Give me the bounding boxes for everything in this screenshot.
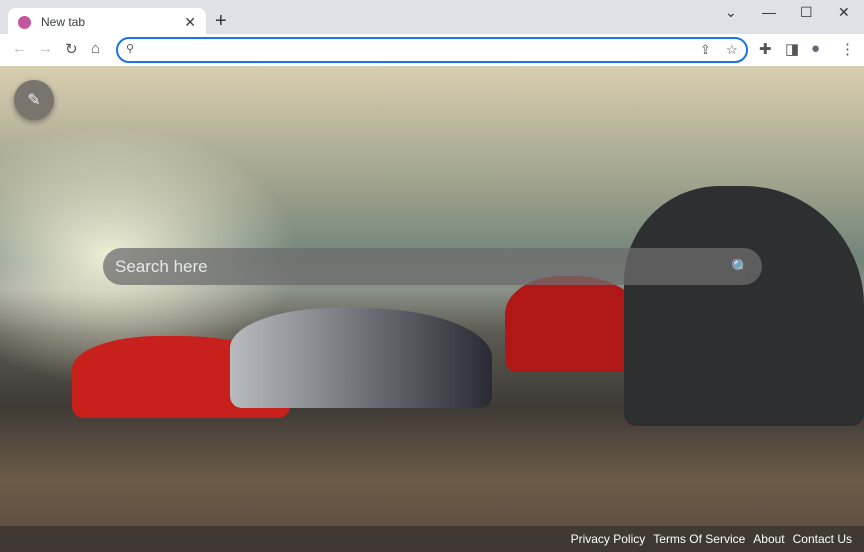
new-tab-page: ✎ 🔍 Privacy Policy Terms Of Service Abou…	[0, 66, 864, 552]
tab-favicon-icon	[18, 15, 31, 29]
search-input[interactable]	[115, 256, 732, 277]
side-panel-icon[interactable]: ◨	[785, 40, 799, 58]
maximize-button[interactable]: ☐	[800, 4, 813, 21]
new-tab-button[interactable]: +	[215, 10, 227, 33]
extensions-icon[interactable]: ✚	[759, 40, 772, 58]
tab-close-icon[interactable]: ✕	[184, 14, 196, 31]
menu-icon[interactable]: ⋮	[840, 40, 855, 58]
address-input[interactable]	[144, 42, 684, 58]
minimize-button[interactable]: —	[762, 4, 776, 20]
browser-toolbar: ← → ↻ ⌂ ⚲ ⇪ ☆ ✚ ◨ ● ⋮	[0, 34, 864, 66]
background-car	[230, 308, 492, 408]
tab-new-tab[interactable]: New tab ✕	[8, 8, 206, 36]
footer: Privacy Policy Terms Of Service About Co…	[0, 526, 864, 552]
about-link[interactable]: About	[753, 532, 784, 546]
back-button[interactable]: ←	[12, 40, 27, 57]
tab-strip: New tab ✕ + ⌄ — ☐ ✕	[0, 0, 864, 36]
reload-button[interactable]: ↻	[65, 40, 78, 58]
address-bar[interactable]: ⚲ ⇪ ☆	[116, 37, 748, 63]
search-icon: ⚲	[126, 43, 135, 55]
privacy-policy-link[interactable]: Privacy Policy	[571, 532, 646, 546]
tab-title: New tab	[41, 15, 86, 29]
tab-search-dropdown-icon[interactable]: ⌄	[725, 4, 737, 21]
contact-us-link[interactable]: Contact Us	[793, 532, 852, 546]
share-icon[interactable]: ⇪	[700, 42, 711, 58]
terms-of-service-link[interactable]: Terms Of Service	[653, 532, 745, 546]
search-button-icon[interactable]: 🔍	[731, 258, 750, 276]
close-window-button[interactable]: ✕	[838, 4, 850, 21]
background-car	[624, 186, 864, 426]
forward-button[interactable]: →	[38, 40, 53, 57]
home-button[interactable]: ⌂	[91, 40, 100, 57]
bookmark-star-icon[interactable]: ☆	[726, 42, 738, 58]
search-box[interactable]: 🔍	[103, 248, 762, 285]
customize-background-button[interactable]: ✎	[14, 80, 54, 120]
profile-avatar[interactable]: ●	[811, 40, 820, 57]
